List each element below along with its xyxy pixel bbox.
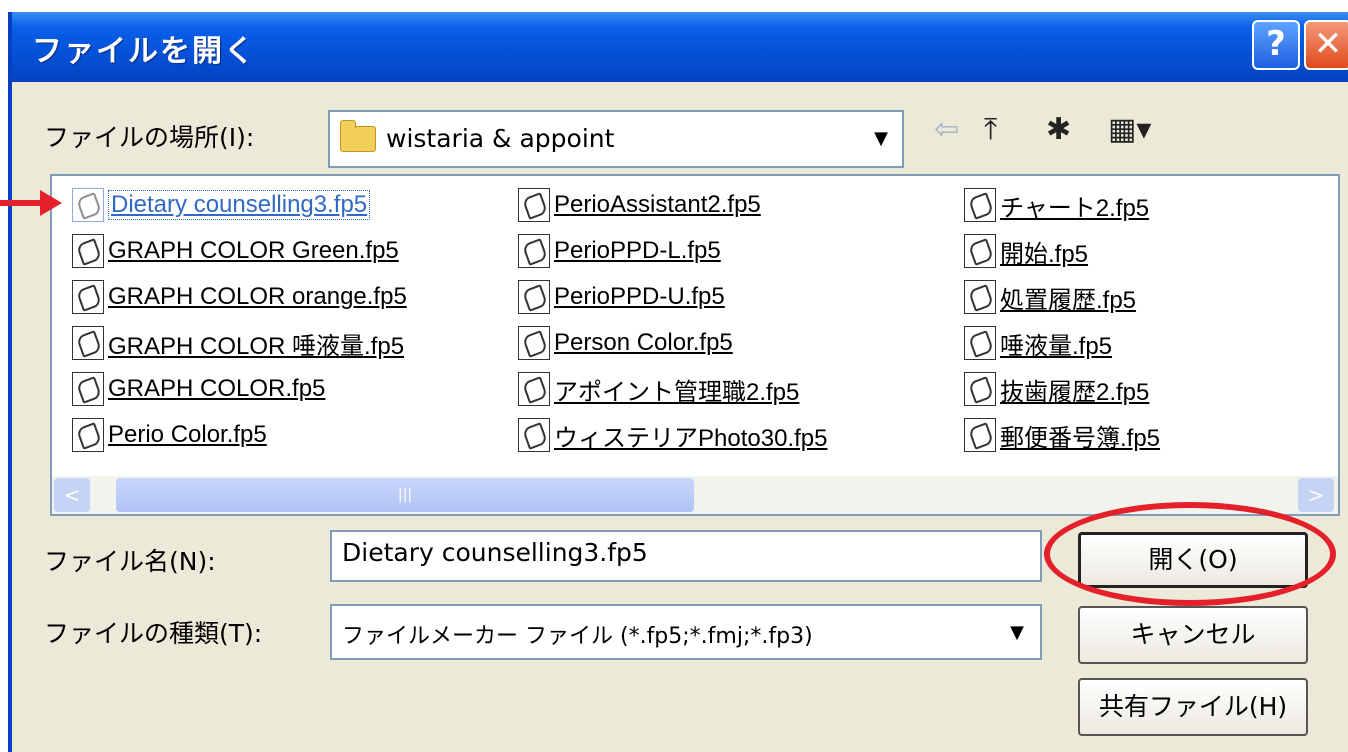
file-name: 処置履歴.fp5: [1000, 286, 1137, 314]
file-name: ウィステリアPhoto30.fp5: [554, 424, 828, 452]
scroll-thumb[interactable]: |||: [116, 478, 694, 512]
file-name: Dietary counselling3.fp5: [108, 190, 371, 220]
file-name: PerioPPD-L.fp5: [554, 237, 721, 264]
file-icon: [964, 188, 996, 222]
back-arrow-icon[interactable]: ⇦: [934, 112, 959, 147]
cancel-button[interactable]: キャンセル: [1078, 606, 1308, 664]
file-name: PerioPPD-U.fp5: [554, 283, 725, 310]
close-button[interactable]: ✕: [1304, 20, 1348, 70]
file-icon: [518, 280, 550, 314]
file-name: 開始.fp5: [1000, 240, 1089, 268]
filetype-value: ファイルメーカー ファイル (*.fp5;*.fmj;*.fp3): [342, 624, 813, 649]
file-icon: [964, 280, 996, 314]
list-item[interactable]: 郵便番号簿.fp5: [964, 416, 1160, 454]
title-bar[interactable]: ファイルを開く ? ✕: [12, 12, 1348, 82]
list-item[interactable]: 処置履歴.fp5: [964, 278, 1136, 316]
file-name: 抜歯履歴2.fp5: [1000, 378, 1150, 406]
file-icon: [72, 372, 104, 406]
file-icon: [964, 326, 996, 360]
location-value: wistaria & appoint: [386, 124, 615, 153]
file-icon: [518, 418, 550, 452]
window-title: ファイルを開く: [32, 34, 256, 69]
file-icon: [964, 372, 996, 406]
new-folder-icon[interactable]: ✱: [1046, 112, 1071, 147]
list-item[interactable]: GRAPH COLOR 唾液量.fp5: [72, 324, 404, 362]
filetype-select[interactable]: ファイルメーカー ファイル (*.fp5;*.fmj;*.fp3) ▼: [330, 604, 1042, 660]
help-button[interactable]: ?: [1252, 20, 1300, 70]
list-item[interactable]: 唾液量.fp5: [964, 324, 1112, 362]
file-icon: [518, 188, 550, 222]
shared-files-button[interactable]: 共有ファイル(H): [1078, 678, 1308, 736]
location-combobox[interactable]: wistaria & appoint ▼: [328, 110, 904, 168]
list-item[interactable]: 抜歯履歴2.fp5: [964, 370, 1149, 408]
file-name: アポイント管理職2.fp5: [554, 378, 800, 406]
file-icon: [72, 234, 104, 268]
file-icon: [518, 234, 550, 268]
list-item[interactable]: GRAPH COLOR Green.fp5: [72, 232, 399, 270]
list-item[interactable]: PerioPPD-L.fp5: [518, 232, 721, 270]
file-name: GRAPH COLOR Green.fp5: [108, 237, 399, 264]
list-item[interactable]: アポイント管理職2.fp5: [518, 370, 799, 408]
list-item[interactable]: ウィステリアPhoto30.fp5: [518, 416, 827, 454]
highlight-circle: [1044, 502, 1336, 606]
file-name: GRAPH COLOR orange.fp5: [108, 283, 407, 310]
pointer-arrow-icon: [0, 190, 64, 216]
file-name: Perio Color.fp5: [108, 421, 267, 448]
list-item[interactable]: PerioPPD-U.fp5: [518, 278, 725, 316]
file-name: GRAPH COLOR 唾液量.fp5: [108, 332, 405, 360]
chevron-down-icon[interactable]: ▼: [996, 610, 1038, 656]
file-icon: [72, 326, 104, 360]
file-icon: [964, 234, 996, 268]
scroll-left-button[interactable]: <: [54, 478, 90, 512]
list-item[interactable]: GRAPH COLOR orange.fp5: [72, 278, 407, 316]
scroll-right-button[interactable]: >: [1298, 478, 1334, 512]
file-name: GRAPH COLOR.fp5: [108, 375, 326, 402]
filename-field[interactable]: Dietary counselling3.fp5: [330, 530, 1042, 582]
location-label: ファイルの場所(I):: [44, 123, 255, 152]
file-icon: [964, 418, 996, 452]
filetype-label: ファイルの種類(T):: [44, 619, 263, 648]
list-item[interactable]: 開始.fp5: [964, 232, 1088, 270]
file-name: PerioAssistant2.fp5: [554, 191, 761, 218]
up-folder-icon[interactable]: ⤒: [984, 112, 997, 147]
file-icon: [518, 326, 550, 360]
file-icon: [518, 372, 550, 406]
file-icon: [72, 188, 104, 222]
chevron-down-icon[interactable]: ▼: [860, 116, 902, 162]
list-item[interactable]: チャート2.fp5: [964, 186, 1149, 224]
open-file-dialog: ファイルを開く ? ✕ ファイルの場所(I): wistaria & appoi…: [8, 12, 1348, 752]
list-item[interactable]: Dietary counselling3.fp5: [72, 186, 371, 224]
list-item[interactable]: Person Color.fp5: [518, 324, 733, 362]
list-item[interactable]: PerioAssistant2.fp5: [518, 186, 761, 224]
file-icon: [72, 418, 104, 452]
folder-icon: [340, 120, 376, 152]
list-item[interactable]: Perio Color.fp5: [72, 416, 267, 454]
list-item[interactable]: GRAPH COLOR.fp5: [72, 370, 325, 408]
file-name: チャート2.fp5: [1000, 194, 1150, 222]
file-icon: [72, 280, 104, 314]
file-name: Person Color.fp5: [554, 329, 733, 356]
view-menu-icon[interactable]: ▦▾: [1108, 112, 1151, 147]
file-name: 唾液量.fp5: [1000, 332, 1113, 360]
file-list[interactable]: Dietary counselling3.fp5 GRAPH COLOR Gre…: [50, 174, 1340, 516]
filename-label: ファイル名(N):: [44, 547, 216, 576]
file-name: 郵便番号簿.fp5: [1000, 424, 1161, 452]
